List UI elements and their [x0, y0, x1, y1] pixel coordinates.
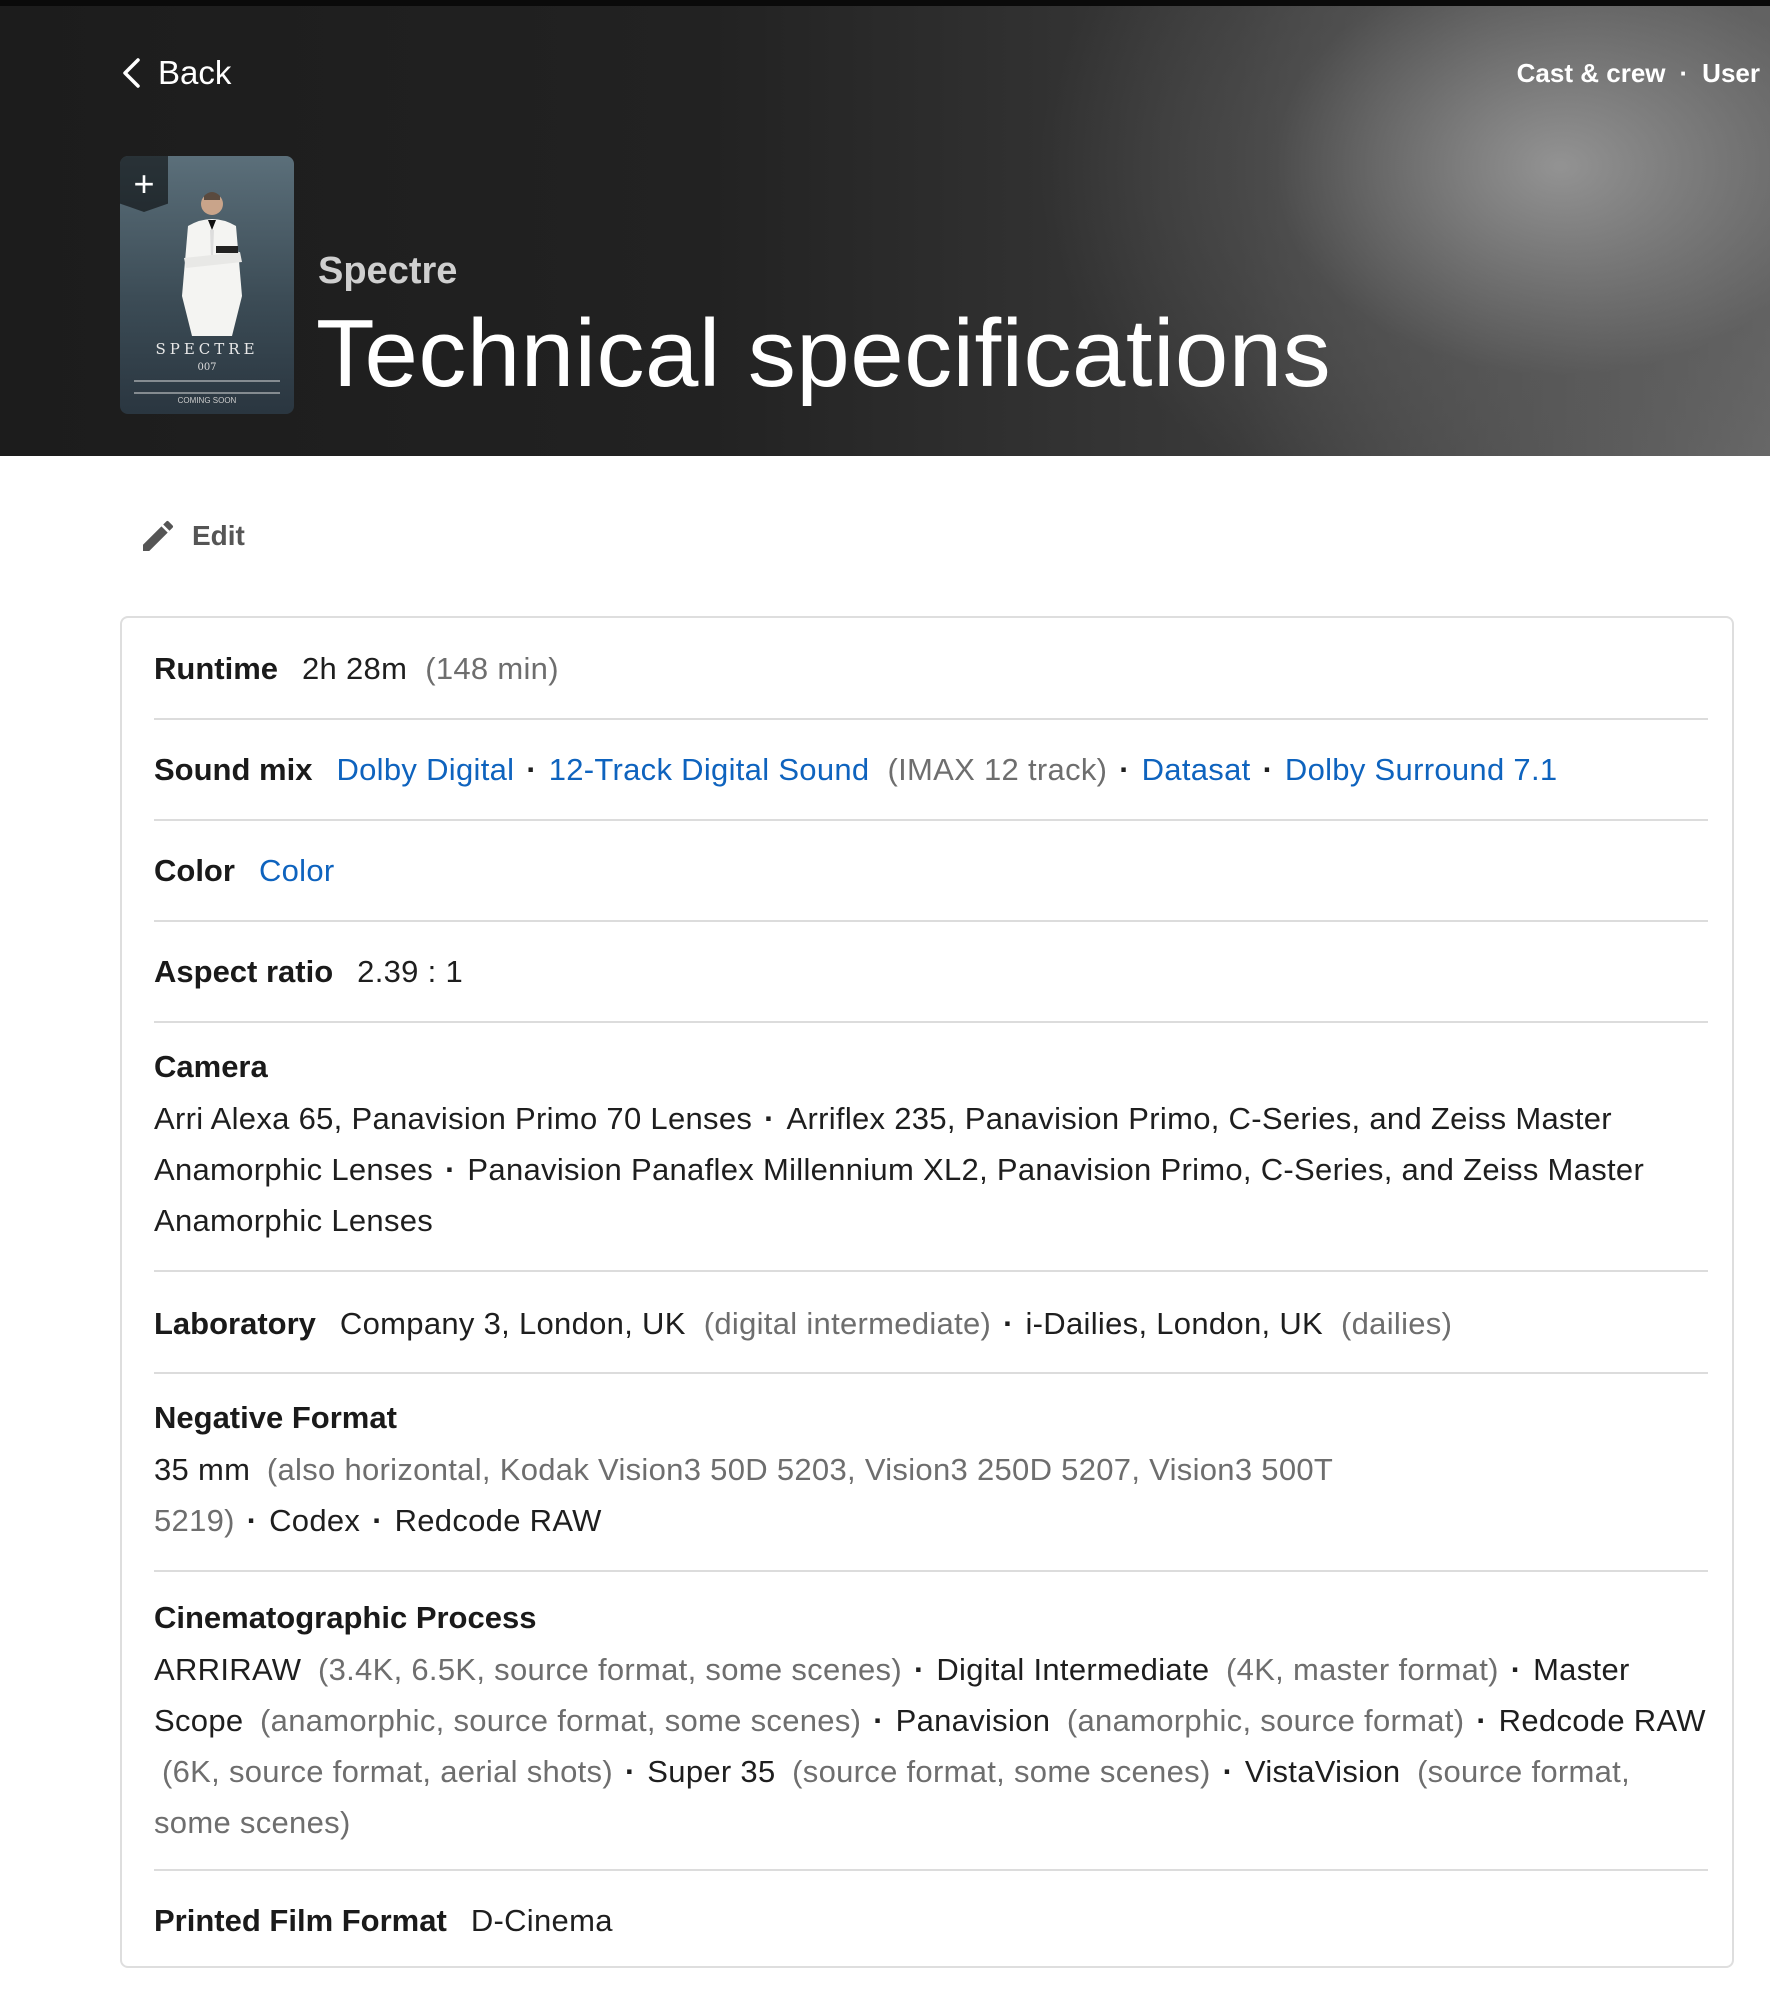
- sound-mix-link[interactable]: Dolby Surround 7.1: [1285, 744, 1558, 795]
- edit-button[interactable]: Edit: [138, 516, 245, 556]
- spec-label: Cinematographic Process: [154, 1600, 537, 1635]
- spec-note: (148 min): [425, 650, 559, 686]
- top-nav: Cast & crew · User: [1517, 58, 1760, 89]
- separator-dot: ·: [624, 1754, 636, 1789]
- process-item: VistaVision: [1244, 1754, 1401, 1789]
- back-label: Back: [158, 54, 232, 91]
- spec-value: 2.39 : 1: [357, 954, 463, 989]
- spec-row-sound-mix: Sound mix Dolby Digital · 12-Track Digit…: [154, 720, 1708, 821]
- nav-user-link[interactable]: User: [1702, 58, 1760, 89]
- poster-footer: COMING SOON: [177, 396, 237, 405]
- separator-dot: ·: [1476, 1703, 1487, 1738]
- spec-note: (IMAX 12 track): [887, 752, 1108, 787]
- poster-title: SPECTRE: [155, 340, 259, 358]
- spec-value: D-Cinema: [470, 1902, 613, 1938]
- spec-note: (dailies): [1341, 1305, 1453, 1341]
- plus-icon: +: [133, 163, 155, 204]
- pencil-icon: [143, 520, 174, 551]
- sound-mix-link[interactable]: 12-Track Digital Sound: [549, 744, 870, 795]
- spec-label: Negative Format: [154, 1400, 397, 1435]
- lab-item: i-Dailies, London, UK: [1025, 1305, 1323, 1341]
- page-title: Technical specifications: [316, 300, 1332, 407]
- spec-note: (source format, some scenes): [792, 1754, 1211, 1789]
- spec-row-negative-format: Negative Format 35 mm (also horizontal, …: [154, 1374, 1708, 1572]
- separator-dot: ·: [914, 1652, 925, 1687]
- edit-label: Edit: [192, 520, 245, 551]
- spec-label: Color: [154, 853, 235, 888]
- sound-mix-link[interactable]: Dolby Digital: [336, 744, 514, 795]
- spec-row-cinematographic-process: Cinematographic Process ARRIRAW (3.4K, 6…: [154, 1574, 1708, 1871]
- nav-cast-crew-link[interactable]: Cast & crew: [1517, 58, 1666, 89]
- chevron-left-icon: [123, 58, 140, 88]
- separator-dot: ·: [1003, 1305, 1014, 1341]
- spec-row-color: Color Color: [154, 821, 1708, 922]
- separator-dot: ·: [1262, 752, 1273, 787]
- spec-note: (digital intermediate): [703, 1305, 992, 1341]
- separator-dot: ·: [445, 1152, 456, 1187]
- spec-note: (anamorphic, source format, some scenes): [260, 1703, 862, 1738]
- separator-dot: ·: [372, 1503, 383, 1538]
- spec-value: 2h 28m: [302, 650, 408, 686]
- separator-dot: ·: [873, 1703, 884, 1738]
- separator-dot: ·: [1222, 1754, 1233, 1789]
- spec-note: (4K, master format): [1226, 1652, 1499, 1687]
- lab-item: Company 3, London, UK: [339, 1305, 686, 1341]
- separator-dot: ·: [1510, 1652, 1522, 1687]
- negative-format-item: Codex: [269, 1503, 361, 1538]
- spec-note: (3.4K, 6.5K, source format, some scenes): [317, 1652, 902, 1687]
- sound-mix-link[interactable]: Datasat: [1142, 744, 1251, 795]
- process-item: Panavision: [895, 1703, 1051, 1738]
- negative-format-item: 35 mm: [154, 1452, 251, 1487]
- separator-dot: ·: [764, 1101, 775, 1136]
- process-item: Redcode RAW: [1498, 1703, 1706, 1738]
- spec-row-aspect-ratio: Aspect ratio 2.39 : 1: [154, 922, 1708, 1023]
- spec-note: (6K, source format, aerial shots): [162, 1754, 613, 1789]
- separator-dot: ·: [246, 1503, 258, 1538]
- movie-poster[interactable]: + SPECTRE 007 COMING SOON: [120, 156, 294, 414]
- separator-dot: ·: [1119, 752, 1130, 787]
- spec-note: (anamorphic, source format): [1066, 1703, 1465, 1738]
- movie-title-link[interactable]: Spectre: [318, 250, 457, 293]
- spec-label: Camera: [154, 1049, 268, 1084]
- camera-item: Arri Alexa 65, Panavision Primo 70 Lense…: [154, 1101, 753, 1136]
- poster-tagline: 007: [197, 362, 217, 373]
- back-button[interactable]: Back: [118, 54, 231, 92]
- process-item: Digital Intermediate: [936, 1652, 1210, 1687]
- nav-separator: ·: [1679, 58, 1689, 88]
- spec-label: Sound mix: [154, 752, 313, 787]
- process-item: Super 35: [647, 1754, 776, 1789]
- spec-label: Laboratory: [154, 1305, 316, 1341]
- separator-dot: ·: [526, 752, 537, 787]
- add-to-watchlist-button[interactable]: +: [120, 156, 168, 212]
- spec-row-runtime: Runtime 2h 28m (148 min): [154, 618, 1708, 720]
- poster-credits: [134, 380, 280, 394]
- negative-format-item: Redcode RAW: [394, 1503, 602, 1538]
- specs-card: Runtime 2h 28m (148 min) Sound mix Dolby…: [120, 616, 1734, 1968]
- spec-row-laboratory: Laboratory Company 3, London, UK (digita…: [154, 1274, 1708, 1374]
- spec-label: Runtime: [154, 650, 278, 686]
- spec-row-camera: Camera Arri Alexa 65, Panavision Primo 7…: [154, 1023, 1708, 1272]
- spec-label: Aspect ratio: [154, 954, 334, 989]
- header-hero: Back Cast & crew · User + SPECTRE 007 CO…: [0, 0, 1770, 456]
- spec-row-printed-film-format: Printed Film Format D-Cinema: [154, 1873, 1708, 1967]
- process-item: ARRIRAW: [154, 1652, 302, 1687]
- spec-label: Printed Film Format: [154, 1902, 447, 1938]
- poster-figure-image: [182, 192, 242, 336]
- color-link[interactable]: Color: [259, 845, 335, 896]
